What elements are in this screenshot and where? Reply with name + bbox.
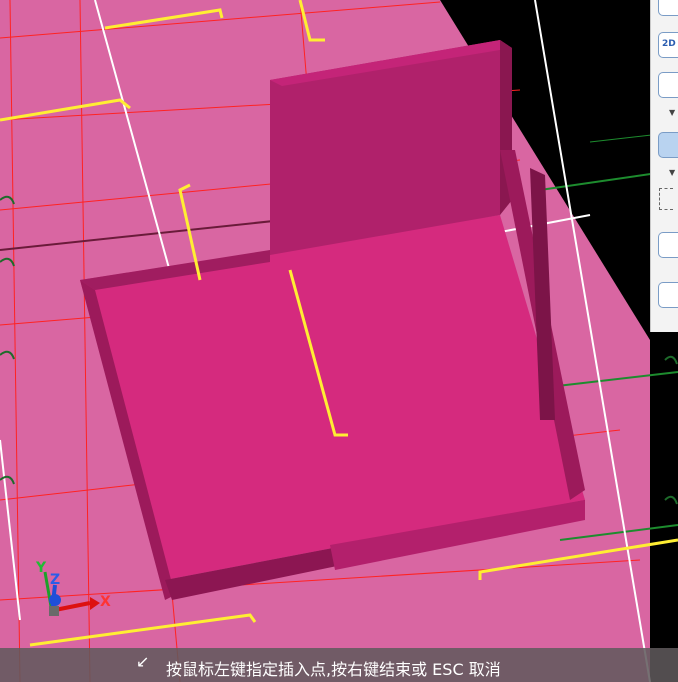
chevron-down-icon[interactable]: ▼: [669, 108, 675, 117]
axis-z-label: Z: [50, 572, 61, 588]
box-view-icon[interactable]: [658, 72, 678, 98]
snap-cursor-icon: ↙: [136, 652, 150, 671]
axis-x-label: X: [100, 594, 111, 610]
3d-viewport[interactable]: [0, 0, 678, 682]
view-cube-icon[interactable]: [658, 0, 678, 16]
dashed-frame-icon[interactable]: [659, 188, 673, 210]
cube-select-icon[interactable]: [658, 232, 678, 258]
2d-view-label: 2D: [662, 39, 676, 49]
view-toolbar: 2D ▼ ▼: [650, 0, 678, 332]
axis-y-label: Y: [36, 560, 47, 576]
command-status-bar: ↙ 按鼠标左键指定插入点,按右键结束或 ESC 取消: [0, 648, 678, 682]
properties-icon[interactable]: [658, 282, 678, 308]
2d-view-button[interactable]: 2D: [658, 32, 678, 58]
chevron-down-icon[interactable]: ▼: [669, 168, 675, 177]
box-3d-view-icon[interactable]: [658, 132, 678, 158]
status-message: 按鼠标左键指定插入点,按右键结束或 ESC 取消: [166, 660, 501, 679]
